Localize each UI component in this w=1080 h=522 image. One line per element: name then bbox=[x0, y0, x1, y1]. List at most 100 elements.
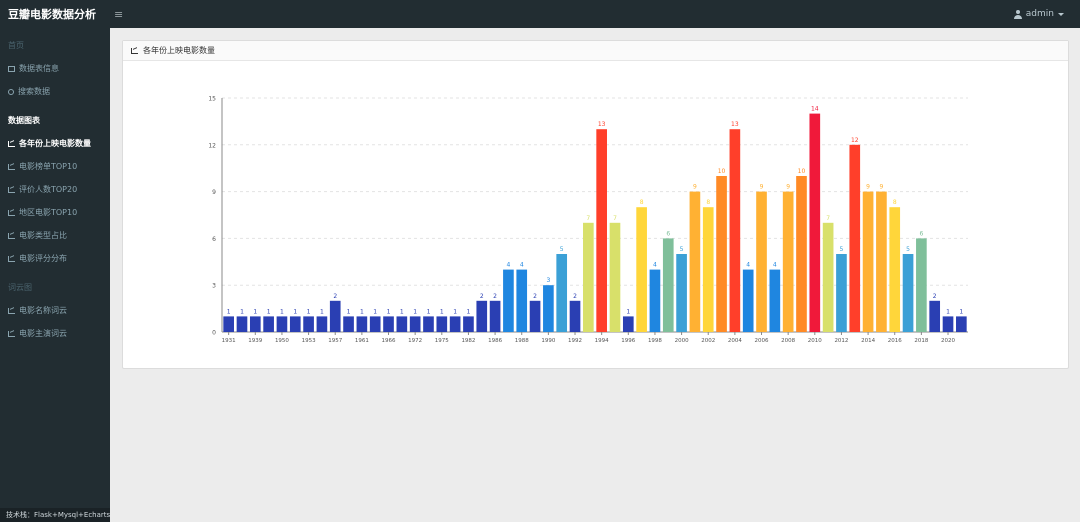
y-tick-label: 3 bbox=[212, 283, 216, 290]
bar bbox=[782, 191, 794, 332]
bar bbox=[942, 316, 954, 332]
sidebar-item-year-count[interactable]: 各年份上映电影数量 bbox=[0, 132, 110, 155]
bar-data-label: 1 bbox=[347, 308, 351, 315]
bar-data-label: 1 bbox=[467, 308, 471, 315]
x-tick-label: 1986 bbox=[488, 338, 502, 344]
app-title[interactable]: 豆瓣电影数据分析 bbox=[0, 6, 110, 22]
x-tick-label: 2002 bbox=[701, 338, 715, 344]
sidebar-item-label: 电影评分分布 bbox=[19, 254, 67, 263]
bar-data-label: 1 bbox=[959, 308, 963, 315]
user-menu[interactable]: admin bbox=[1013, 9, 1064, 19]
sidebar-header-home: 首页 bbox=[8, 41, 24, 50]
bar bbox=[529, 300, 541, 332]
x-tick-label: 1998 bbox=[648, 338, 662, 344]
bar-data-label: 1 bbox=[626, 308, 630, 315]
bar bbox=[889, 207, 901, 332]
bar-data-label: 5 bbox=[840, 246, 844, 253]
bar bbox=[716, 176, 727, 332]
area-chart-icon bbox=[8, 330, 15, 337]
sidebar-header-cloud: 词云图 bbox=[8, 283, 32, 292]
area-chart-icon bbox=[8, 307, 15, 314]
x-tick-label: 1961 bbox=[355, 338, 369, 344]
bar bbox=[862, 191, 874, 332]
sidebar-item-score-dist[interactable]: 电影评分分布 bbox=[0, 247, 110, 270]
bar bbox=[769, 269, 781, 332]
bar-data-label: 8 bbox=[893, 199, 897, 206]
bar-data-label: 1 bbox=[293, 308, 297, 315]
bar-data-label: 5 bbox=[560, 246, 564, 253]
bar bbox=[622, 316, 634, 332]
area-chart-icon bbox=[8, 232, 15, 239]
search-icon bbox=[8, 88, 14, 95]
bar-data-label: 1 bbox=[946, 308, 950, 315]
menu-toggle-icon[interactable]: ≡ bbox=[114, 8, 123, 21]
bar bbox=[289, 316, 301, 332]
bar-data-label: 1 bbox=[427, 308, 431, 315]
bar-data-label: 4 bbox=[746, 262, 750, 269]
bar-data-label: 12 bbox=[851, 137, 859, 144]
x-tick-label: 2012 bbox=[834, 338, 848, 344]
bar bbox=[423, 316, 434, 332]
x-tick-label: 1950 bbox=[275, 338, 289, 344]
bar bbox=[809, 113, 821, 332]
bar-data-label: 7 bbox=[826, 215, 830, 222]
sidebar-item-search[interactable]: 搜索数据 bbox=[0, 80, 110, 103]
bar bbox=[929, 300, 941, 332]
bar-data-label: 1 bbox=[360, 308, 364, 315]
x-tick-label: 2014 bbox=[861, 338, 875, 344]
sidebar-item-label: 各年份上映电影数量 bbox=[19, 139, 91, 148]
sidebar-item-rating-top20[interactable]: 评价人数TOP20 bbox=[0, 178, 110, 201]
x-tick-label: 1966 bbox=[382, 338, 396, 344]
sidebar-item-label: 地区电影TOP10 bbox=[19, 208, 78, 217]
bar-data-label: 1 bbox=[307, 308, 311, 315]
bar bbox=[236, 316, 248, 332]
bar bbox=[676, 254, 687, 332]
area-chart-icon bbox=[8, 163, 15, 170]
bar bbox=[356, 316, 368, 332]
user-name: admin bbox=[1025, 9, 1054, 19]
x-tick-label: 1972 bbox=[408, 338, 422, 344]
sidebar-footer: 技术栈：Flask+Mysql+Echarts bbox=[0, 508, 110, 522]
sidebar-item-title-cloud[interactable]: 电影名称词云 bbox=[0, 299, 110, 322]
user-icon bbox=[1013, 9, 1022, 19]
bar-data-label: 13 bbox=[598, 121, 606, 128]
x-tick-label: 1957 bbox=[328, 338, 342, 344]
area-chart-icon bbox=[8, 186, 15, 193]
sidebar-item-genre-share[interactable]: 电影类型占比 bbox=[0, 224, 110, 247]
bar-data-label: 1 bbox=[320, 308, 324, 315]
bar-data-label: 1 bbox=[253, 308, 257, 315]
bar-data-label: 8 bbox=[640, 199, 644, 206]
x-tick-label: 1939 bbox=[248, 338, 262, 344]
bar-data-label: 1 bbox=[400, 308, 404, 315]
x-tick-label: 1988 bbox=[515, 338, 529, 344]
bar-data-label: 7 bbox=[586, 215, 590, 222]
sidebar-item-top10[interactable]: 电影榜单TOP10 bbox=[0, 155, 110, 178]
sidebar-item-region-top10[interactable]: 地区电影TOP10 bbox=[0, 201, 110, 224]
bar-data-label: 10 bbox=[798, 168, 806, 175]
sidebar-item-label: 电影主演词云 bbox=[19, 329, 67, 338]
bar bbox=[742, 269, 754, 332]
bar bbox=[329, 300, 341, 332]
bar-data-label: 2 bbox=[333, 293, 337, 300]
bar bbox=[409, 316, 421, 332]
bar-data-label: 8 bbox=[706, 199, 710, 206]
bar-data-label: 5 bbox=[906, 246, 910, 253]
bar bbox=[702, 207, 714, 332]
sidebar-item-table-info[interactable]: 数据表信息 bbox=[0, 57, 110, 80]
bar-data-label: 6 bbox=[919, 230, 923, 237]
bar-data-label: 5 bbox=[680, 246, 684, 253]
panel-header: 各年份上映电影数量 bbox=[123, 41, 1068, 61]
y-tick-label: 15 bbox=[208, 96, 216, 103]
bar bbox=[556, 254, 568, 332]
bar bbox=[583, 222, 594, 332]
bar bbox=[569, 300, 581, 332]
sidebar: 首页 数据表信息 搜索数据 数据图表 各年份上映电影数量 电影榜单TOP10 评… bbox=[0, 28, 110, 522]
bar bbox=[503, 269, 514, 332]
bar-data-label: 1 bbox=[267, 308, 271, 315]
sidebar-item-actor-cloud[interactable]: 电影主演词云 bbox=[0, 322, 110, 345]
bar bbox=[609, 222, 621, 332]
x-tick-label: 2006 bbox=[755, 338, 769, 344]
bar bbox=[463, 316, 474, 332]
bar bbox=[223, 316, 234, 332]
x-tick-label: 1994 bbox=[595, 338, 609, 344]
